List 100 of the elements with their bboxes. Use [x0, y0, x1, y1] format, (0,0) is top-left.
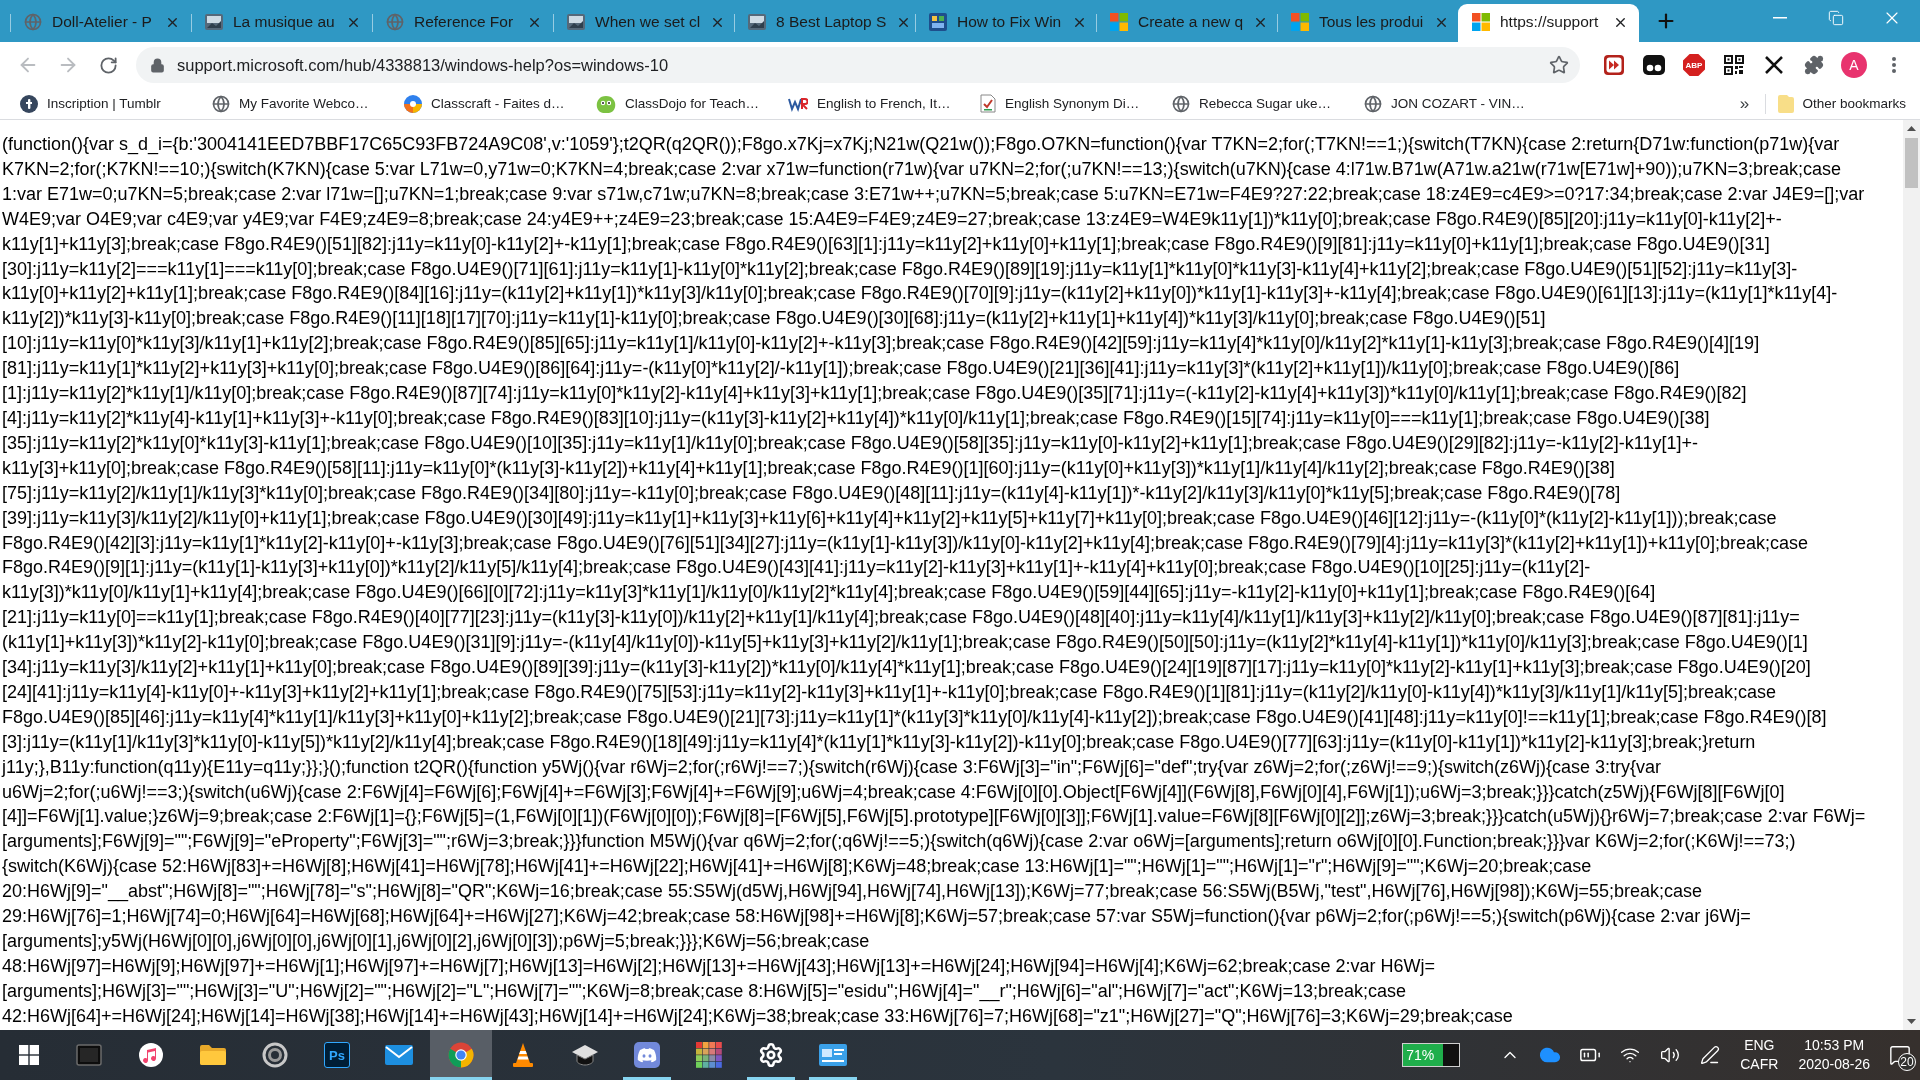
- ring-icon: [262, 1042, 288, 1068]
- fast-forward-icon: [1604, 55, 1624, 75]
- cap-icon: [571, 1043, 599, 1067]
- code-line: k11y[0]+k11y[2]+k11y[1];break;case F8go.R4E9()[84][16]:j11y=(k11y[2]+k11y[1])*k11y[3]/k11y[0];break;case F8go.R4E9()[70][9]:j11y=(k11y[2]+k11y[0])*k11y[1]-k11y[3]+-k11y[4];break;case F8go.U4E9()[61][13]:j11y=(k11y[1]*k11y[4]-: [2, 282, 1838, 306]
- code-line: [75]:j11y=k11y[2]/k11y[1]/k11y[3]*k11y[0];break;case F8go.R4E9()[34][80]:j11y=-k11y[0];break;case F8go.U4E9()[48][11]:j11y=(k11y[4]-k11y[1])*-k11y[2]/k11y[3]/k11y[0]*k11y[5];break;case F8go.R4E9()[78]: [2, 481, 1621, 505]
- code-line: 48:H6Wj[97]=H6Wj[9];H6Wj[97]+=H6Wj[1];H6Wj[97]+=H6Wj[7];H6Wj[13]=H6Wj[2];H6Wj[13]+=H6Wj[43];H6Wj[13]+=H6Wj[24];H6Wj[94]=H6Wj[4];K6Wj=62;break;case 2:var H6Wj=: [2, 954, 1436, 978]
- folder-icon: [199, 1044, 227, 1066]
- clock-button[interactable]: 10:53 PM 2020-08-26: [1788, 1030, 1880, 1080]
- code-line: [arguments];y5Wj(H6Wj[0][0],j6Wj[0][0],j6Wj[0][1],j6Wj[0][2],j6Wj[0][3]);p6Wj=5;break;}}};K6Wj=56;break;case: [2, 930, 870, 953]
- taskbar-app-button[interactable]: Ps: [306, 1030, 368, 1080]
- browser-tab[interactable]: Tous les produi: [1277, 4, 1458, 42]
- code-line: (function(){var s_d_i={b:'3004141EED7BBF17C65C93FB724A9C08',v:'1059'};t2QR(q2QR());F8go.x7Kj=x7Kj;N21w(Q21w());F8go.O7KN=function(){var T7KN=2;for(;T7KN!==1;){switch(T7KN){case 2:return{D71w:function(p71w){var: [2, 133, 1840, 157]
- traffic-cone-icon: [511, 1042, 535, 1068]
- globe-icon: [24, 13, 42, 31]
- browser-tab[interactable]: 8 Best Laptop S: [734, 4, 915, 42]
- browser-tab[interactable]: Doll-Atelier - P: [10, 4, 191, 42]
- code-line: u6Wj=2;for(;u6Wj!==3;){switch(u6Wj){case 2:F6Wj[4]=F6Wj[6];F6Wj[4]+=F6Wj[3];F6Wj[4]+=F6Wj[9];u6Wj=4;break;case 4:F6Wj[0][0].Object[F6Wj[4]](F6Wj[8],F6Wj[0][4],F6Wj[1]);u6Wj=3;break;}}}catch(z5Wj){F6Wj[8][F6Wj[0]: [2, 780, 1785, 804]
- puzzle-icon: [1804, 55, 1824, 75]
- color-ball-icon: [404, 94, 422, 113]
- minimize-icon: [1773, 17, 1787, 19]
- code-line: W4E9;var O4E9;var c4E9;var y4E9;var F4E9;z4E9=8;break;case 24:y4E9++;z4E9=23;break;case 15:A4E9=F4E9;z4E9=27;break;case 13:z4E9=W4E9k11y[1])*k11y[0];break;case F8go.R4E9()[85][20]:j11y=k11y[0]-k11y[2]+-: [2, 207, 1782, 231]
- octagon-logo: ABP: [1683, 54, 1705, 76]
- bookmark[interactable]: My Favorite Webco…: [206, 89, 398, 118]
- code-line: [81]:j11y=k11y[1]*k11y[2]+k11y[3]+k11y[0];break;case F8go.U4E9()[86][64]:j11y=-(k11y[0]*k11y[2]/-k11y[1]);break;case F8go.U4E9()[21][36][41]:j11y=k11y[3]*(k11y[2]+k11y[1])/k11y[0];break;case F8go.U4E9()[86]: [2, 357, 1680, 381]
- bookmark[interactable]: ClassDojo for Teach…: [590, 89, 782, 118]
- bookmark[interactable]: Classcraft - Faites d…: [398, 89, 590, 118]
- bookmark[interactable]: English to French, It…: [782, 89, 974, 118]
- code-line: 29:H6Wj[76]=1;H6Wj[74]=0;H6Wj[64]=H6Wj[68];H6Wj[64]+=H6Wj[27];K6Wj=42;break;case 58:H6Wj[98]+=H6Wj[8];K6Wj=57;break;case 57:var S5Wj=function(){var p6Wj=2;for(;p6Wj!==5;){switch(p6Wj){case 2:var j6Wj=: [2, 905, 1751, 929]
- bookmark-folder[interactable]: Other bookmarks: [1772, 89, 1910, 118]
- menu-icon: [1892, 57, 1896, 73]
- notifications-button[interactable]: 20: [1880, 1030, 1920, 1080]
- profile-avatar[interactable]: A: [1841, 52, 1867, 78]
- code-line: K7KN=2;for(;K7KN!==10;){switch(K7KN){case 5:var L71w=0,y71w=0;K7KN=4;break;case 2:var x71w=function(r71w){var u7KN=2;for(;u7KN!==13;){switch(u7KN){case 4:l71w.B71w(A71w.a21w(r71w[E71w]+90));u7KN=3;break;case: [2, 157, 1841, 181]
- code-line: [34]:j11y=k11y[3]/k11y[2]+k11y[1]+k11y[0];break;case F8go.U4E9()[89][39]:j11y=(k11y[3]-k11y[2])*k11y[0]/k11y[4]*k11y[1];break;case F8go.U4E9()[24][19][87][17]:j11y=k11y[0]*k11y[2]-k11y[1]+k11y[3];break;case F8go.U4E9()[20]: [2, 656, 1811, 680]
- letter-tile: Ps: [324, 1042, 350, 1068]
- code-line: {switch(K6Wj){case 52:H6Wj[83]+=H6Wj[8];H6Wj[41]=H6Wj[78];H6Wj[41]+=H6Wj[22];H6Wj[41]+=H6Wj[8];K6Wj=48;break;case 13:H6Wj[1]="";H6Wj[1]="";H6Wj[1]="r";H6Wj[9]="";K6Wj=20;break;case: [2, 855, 1592, 879]
- battery-percent: 71%: [1406, 1046, 1435, 1065]
- lock-icon: [150, 57, 165, 73]
- browser-tab[interactable]: Reference For: [372, 4, 553, 42]
- color-wheel-icon: [448, 1042, 474, 1068]
- globe-icon: [212, 94, 230, 113]
- code-line: [4]:j11y=k11y[2]*k11y[4]-k11y[1]+k11y[3]+-k11y[0];break;case F8go.R4E9()[83][10]:j11y=(k11y[3]-k11y[2]+k11y[4])*k11y[0]/k11y[1];break;case F8go.R4E9()[15][74]:j11y=k11y[0]===k11y[1];break;case F8go.U4E9()[38]: [2, 406, 1710, 430]
- browser-tab[interactable]: https://support: [1458, 4, 1639, 42]
- qr-code-icon: [1724, 55, 1744, 75]
- star-icon: [1549, 55, 1569, 75]
- code-line: k11y[1]+k11y[3];break;case F8go.R4E9()[51][82]:j11y=k11y[0]-k11y[2]+-k11y[1];break;case F8go.R4E9()[63][1]:j11y=k11y[2]+k11y[0]+k11y[1];break;case F8go.R4E9()[9][81]:j11y=k11y[0]+k11y[1];break;case F8go.U4E9()[31]: [2, 232, 1770, 256]
- extension-button[interactable]: ABP: [1674, 45, 1714, 85]
- reload-icon: [98, 55, 118, 75]
- code-line: [24][41]:j11y=k11y[4]-k11y[0]+-k11y[3]+k11y[2]+k11y[1];break;case F8go.R4E9()[75][53]:j11y=k11y[2]-k11y[3]+k11y[1]+-k11y[0];break;case F8go.R4E9()[1][81]:j11y=(k11y[2]/k11y[0]-k11y[4])*k11y[3]/k11y[1]/k11y[5];break;case: [2, 680, 1776, 704]
- code-line: (k11y[1]+k11y[3])*k11y[2]-k11y[0];break;case F8go.U4E9()[31][9]:j11y=-(k11y[4]/k11y[0])-k11y[5]+k11y[3]+k11y[2]/k11y[1];break;case F8go.R4E9()[50][50]:j11y=(k11y[2]*k11y[4]-k11y[1])*k11y[0]/k11y[3];break;case F8go.U4E9()[1]: [2, 631, 1808, 655]
- code-line: [21]:j11y=k11y[0]==k11y[1];break;case F8go.R4E9()[40][77][23]:j11y=(k11y[3]-k11y[0])/k11y[2]+k11y[1]/k11y[4];break;case F8go.U4E9()[48][40]:j11y=k11y[4]/k11y[1]/k11y[3]+k11y[2]/k11y[0];break;case F8go.U4E9()[87][81]:j11y=: [2, 606, 1800, 630]
- scrollbar-thumb[interactable]: [1905, 138, 1918, 188]
- thumbnail-icon: [748, 14, 766, 30]
- notification-count: 20: [1898, 1053, 1916, 1071]
- browser-tab[interactable]: La musique au: [191, 4, 372, 42]
- browser-tab[interactable]: Create a new q: [1096, 4, 1277, 42]
- code-line: [35]:j11y=k11y[2]*k11y[0]*k11y[3]-k11y[1];break;case F8go.U4E9()[10][35]:j11y=k11y[1]/k11y[0];break;case F8go.U4E9()[58][35]:j11y=k11y[0]-k11y[2]+k11y[1];break;case F8go.U4E9()[29][82]:j11y=-k11y[2]-k11y[1]+-: [2, 431, 1698, 455]
- code-line: k11y[3]+k11y[0];break;case F8go.R4E9()[58][11]:j11y=k11y[0]*(k11y[3]-k11y[2])+k11y[4]+k11y[1];break;case F8go.R4E9()[1][60]:j11y=(k11y[0]+k11y[3])*k11y[1]/k11y[4]/k11y[2];break;case F8go.R4E9()[38]: [2, 456, 1615, 480]
- monster-face-icon: [596, 94, 616, 113]
- envelope-icon: [385, 1045, 413, 1065]
- language-button[interactable]: ENG CAFR: [1730, 1030, 1789, 1080]
- code-line: [3]:j11y=(k11y[1]/k11y[3]*k11y[0]-k11y[5])*k11y[2]/k11y[4];break;case F8go.R4E9()[18][49]:j11y=k11y[4]*(k11y[1]*k11y[3]-k11y[2])-k11y[0];break;case F8go.U4E9()[77][63]:j11y=(k11y[0]-k11y[1])*k11y[2]-k11y[3];break;}return: [2, 730, 1756, 754]
- four-squares-icon: [1291, 13, 1309, 31]
- bookmark[interactable]: English Synonym Di…: [974, 89, 1166, 118]
- dark-tablet-icon: [76, 1044, 102, 1066]
- code-line: [39]:j11y=k11y[3]/k11y[2]/k11y[0]+k11y[1];break;case F8go.U4E9()[30][49]:j11y=k11y[1]+k11y[3]+k11y[6]+k11y[4]+k11y[2]+k11y[5]+k11y[7]+k11y[0];break;case F8go.U4E9()[46][12]:j11y=-(k11y[0]*(k11y[2]-k11y[1]));break;case: [2, 506, 1777, 530]
- code-line: F8go.R4E9()[9][1]:j11y=(k11y[1]-k11y[3]+k11y[0])*k11y[2]/k11y[5]/k11y[4];break;case F8go.U4E9()[43][41]:j11y=k11y[2]-k11y[3]+k11y[1]+-k11y[4]+k11y[0];break;case F8go.U4E9()[10][25]:j11y=(k11y[2]-: [2, 556, 1591, 580]
- code-line: [arguments];H6Wj[3]="";H6Wj[3]="U";H6Wj[2]="";H6Wj[2]="L";H6Wj[7]="";K6Wj=8;break;case 8:H6Wj[5]="esidu";H6Wj[4]="__r";H6Wj[6]="al";H6Wj[7]="act";K6Wj=13;break;case: [2, 979, 1407, 1004]
- address-bar[interactable]: support.microsoft.com/hub/4338813/windows-help?os=windows-10: [136, 47, 1580, 83]
- code-line: [10]:j11y=k11y[0]*k11y[3]/k11y[1]+k11y[2];break;case F8go.R4E9()[85][65]:j11y=k11y[1]/k11y[0]-k11y[2]+-k11y[3];break;case F8go.R4E9()[42][59]:j11y=k11y[4]*k11y[0]/k11y[2]*k11y[1]-k11y[3];break;case F8go.R4E9()[4][19]: [2, 332, 1760, 356]
- dark-circle-icon: [20, 94, 38, 113]
- settings-icon: [758, 1042, 784, 1068]
- zigzag-mark-icon: [788, 95, 808, 112]
- document-icon: [980, 94, 996, 113]
- four-squares-icon: [1110, 13, 1128, 31]
- mask-icon: [1643, 55, 1665, 75]
- browser-tab[interactable]: When we set cl: [553, 4, 734, 42]
- folder-icon: [1778, 94, 1795, 113]
- code-line: F8go.R4E9()[42][3]:j11y=k11y[1]*k11y[2]-k11y[0]+-k11y[3];break;case F8go.U4E9()[76][51][34][27]:j11y=(k11y[1]-k11y[3])/k11y[0]-k11y[2]+k11y[4];break;case F8go.R4E9()[79][4]:j11y=k11y[3]*(k11y[2]+k11y[1])+k11y[0];break;case: [2, 531, 1809, 555]
- bookmark[interactable]: Rebecca Sugar uke…: [1166, 89, 1358, 118]
- code-line: [1]:j11y=k11y[2]*k11y[1]/k11y[0];break;case F8go.R4E9()[87][74]:j11y=k11y[0]*k11y[2]-k11y[4]+k11y[3]+k11y[1];break;case F8go.U4E9()[35][71]:j11y=(-k11y[2]-k11y[4]+k11y[3])*k11y[0]/k11y[1];break;case F8go.R4E9()[82]: [2, 382, 1747, 406]
- bookmark[interactable]: Inscription | Tumblr: [14, 89, 206, 118]
- globe-icon: [386, 13, 404, 31]
- browser-tab[interactable]: How to Fix Win: [915, 4, 1096, 42]
- bookmark[interactable]: JON COZART - VIN…: [1358, 89, 1550, 118]
- window-card-icon: [819, 1044, 847, 1066]
- window-panes-icon: [19, 1045, 39, 1065]
- code-line: F8go.U4E9()[85][46]:j11y=k11y[4]*k11y[1]/k11y[3]+k11y[0]+k11y[2];break;case F8go.U4E9()[21][73]:j11y=k11y[1]*(k11y[3]*k11y[0]/k11y[4]-k11y[2]);break;case F8go.U4E9()[41][48]:j11y=k11y[0]!==k11y[1];break;case F8go.R4E9()[8]: [2, 705, 1827, 729]
- restore-icon: [1828, 10, 1844, 26]
- globe-icon: [1364, 94, 1382, 113]
- code-line: 20:H6Wj[9]="__abst";H6Wj[8]="";H6Wj[78]="s";H6Wj[8]="QR";K6Wj=16;break;case 55:S5Wj(d5Wj,H6Wj[94],H6Wj[74],H6Wj[13]);K6Wj=77;break;case 56:S5Wj(B5Wj,"test",H6Wj[76],H6Wj[98]);K6Wj=55;break;case: [2, 880, 1702, 904]
- code-line: k11y[2])*k11y[3]-k11y[0];break;case F8go.R4E9()[11][18][17][70]:j11y=k11y[1]-k11y[0];break;case F8go.U4E9()[30][68]:j11y=(k11y[2]+k11y[1]+k11y[4])*k11y[3]/k11y[0];break;case F8go.U4E9()[51]: [2, 307, 1546, 331]
- more-bookmarks-button[interactable]: »: [1729, 89, 1760, 118]
- cross-icon: [1764, 55, 1784, 75]
- thumbnail-icon: [205, 14, 223, 30]
- speaker-icon: [1660, 1045, 1681, 1065]
- music-note-icon: [138, 1042, 164, 1068]
- globe-icon: [1172, 94, 1190, 113]
- code-line: 42:H6Wj[64]+=H6Wj[24];H6Wj[14]=H6Wj[38];H6Wj[14]+=H6Wj[43];H6Wj[14]+=H6Wj[24];K6Wj=38;break;case 33:H6Wj[76]=7;H6Wj[68]="z1";H6Wj[27]="Q";H6Wj[76]=3;K6Wj=29;break;case: [2, 1004, 1513, 1028]
- code-line: [arguments];F6Wj[9]="";F6Wj[9]="eProperty";F6Wj[3]="";r6Wj=3;break;}}}function M5Wj(){var q6Wj=2;for(;q6Wj!==5;){switch(q6Wj){case 2:var o6Wj=[arguments];return o6Wj[0][0].Function;break;}}}var K6Wj=2;for(;K6Wj!==73;): [2, 830, 1796, 854]
